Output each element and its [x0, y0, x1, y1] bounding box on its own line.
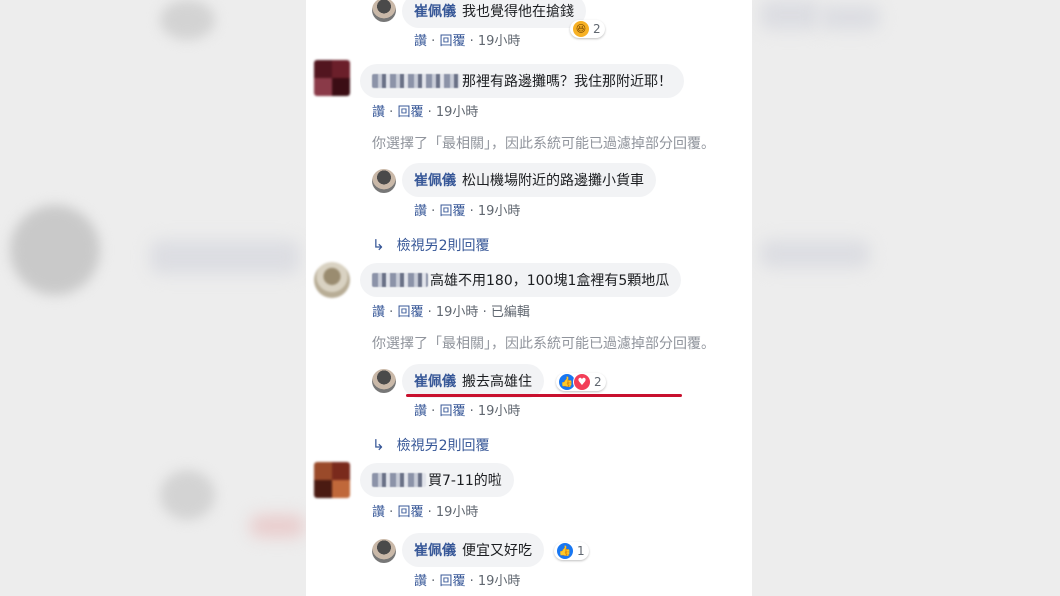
like-link[interactable]: 讚 [414, 204, 427, 219]
timestamp[interactable]: 19小時 [436, 105, 479, 120]
background-blur [160, 470, 215, 520]
comment-text: 搬去高雄住 [462, 374, 532, 390]
avatar[interactable] [372, 0, 396, 22]
comment-actions: 讚 · 回覆 · 19小時 · 已編輯 [372, 305, 530, 320]
timestamp[interactable]: 19小時 [478, 34, 521, 49]
timestamp[interactable]: 19小時 [478, 574, 521, 589]
reply-link[interactable]: 回覆 [397, 305, 423, 320]
comment-actions: 讚 · 回覆 · 19小時 [372, 505, 479, 520]
filter-notice: 你選擇了「最相關」，因此系統可能已過濾掉部分回覆。 [372, 136, 715, 152]
timestamp[interactable]: 19小時 [478, 404, 521, 419]
comment-actions: 讚 · 回覆 · 19小時 [414, 34, 521, 49]
view-more-replies[interactable]: ↳ 檢視另2則回覆 [372, 235, 490, 255]
comment-bubble: 那裡有路邊攤嗎？我住那附近耶！ [360, 64, 684, 98]
love-icon: ♥ [573, 373, 591, 391]
comment-author[interactable]: 崔佩儀 [414, 1, 456, 21]
like-link[interactable]: 讚 [372, 505, 385, 520]
comment-bubble: 崔佩儀 松山機場附近的路邊攤小貨車 [402, 163, 656, 197]
reply-link[interactable]: 回覆 [397, 105, 423, 120]
like-icon: 👍 [556, 542, 574, 560]
background-blur [250, 515, 305, 537]
background-blur [820, 5, 880, 30]
reaction-count: 1 [577, 544, 585, 558]
view-more-label: 檢視另2則回覆 [396, 438, 490, 454]
background-blur [160, 0, 215, 40]
comment-author[interactable]: 崔佩儀 [414, 371, 456, 391]
view-more-label: 檢視另2則回覆 [396, 238, 490, 254]
comment-bubble: 高雄不用180，100塊1盒裡有5顆地瓜 [360, 263, 682, 297]
like-link[interactable]: 讚 [414, 574, 427, 589]
reply-link[interactable]: 回覆 [439, 34, 465, 49]
comment-actions: 讚 · 回覆 · 19小時 [372, 105, 479, 120]
comment-text: 我也覺得他在搶錢 [462, 4, 574, 20]
like-link[interactable]: 讚 [372, 305, 385, 320]
reply-link[interactable]: 回覆 [439, 404, 465, 419]
comment-text: 便宜又好吃 [462, 543, 532, 559]
reply-link[interactable]: 回覆 [397, 505, 423, 520]
timestamp[interactable]: 19小時 [478, 204, 521, 219]
comment-panel: 崔佩儀 我也覺得他在搶錢 😆 2 讚 · 回覆 · 19小時 那裡有路邊攤嗎？我… [306, 0, 752, 596]
comment-actions: 讚 · 回覆 · 19小時 [414, 404, 521, 419]
avatar[interactable] [372, 539, 396, 563]
comment-text: 高雄不用180，100塊1盒裡有5顆地瓜 [430, 273, 670, 289]
reply-arrow-icon: ↳ [372, 436, 385, 454]
reaction-summary[interactable]: 👍 ♥ 2 [556, 373, 606, 391]
comment-text: 買7-11的啦 [428, 473, 502, 489]
haha-icon: 😆 [572, 20, 590, 38]
comment-bubble: 崔佩儀 搬去高雄住 [402, 364, 544, 398]
comment-text: 松山機場附近的路邊攤小貨車 [462, 173, 644, 189]
blurred-author[interactable] [372, 273, 428, 287]
highlight-underline [406, 394, 682, 397]
comment-author[interactable]: 崔佩儀 [414, 170, 456, 190]
background-blur [10, 205, 100, 295]
avatar[interactable] [314, 262, 350, 298]
comment-bubble: 買7-11的啦 [360, 463, 514, 497]
background-blur [760, 0, 820, 30]
comment-actions: 讚 · 回覆 · 19小時 [414, 574, 521, 589]
filter-notice: 你選擇了「最相關」，因此系統可能已過濾掉部分回覆。 [372, 336, 715, 352]
view-more-replies[interactable]: ↳ 檢視另2則回覆 [372, 435, 490, 455]
comment-bubble: 崔佩儀 我也覺得他在搶錢 [402, 0, 586, 28]
reaction-count: 2 [594, 375, 602, 389]
comment-text: 那裡有路邊攤嗎？我住那附近耶！ [462, 74, 672, 90]
like-link[interactable]: 讚 [414, 34, 427, 49]
avatar[interactable] [314, 60, 350, 96]
reaction-count: 2 [593, 22, 601, 36]
comment-actions: 讚 · 回覆 · 19小時 [414, 204, 521, 219]
reaction-summary[interactable]: 😆 2 [570, 20, 605, 38]
timestamp[interactable]: 19小時 [436, 305, 479, 320]
reply-link[interactable]: 回覆 [439, 204, 465, 219]
like-link[interactable]: 讚 [414, 404, 427, 419]
comment-author[interactable]: 崔佩儀 [414, 540, 456, 560]
reaction-summary[interactable]: 👍 1 [554, 542, 589, 560]
edited-label[interactable]: 已編輯 [491, 305, 530, 320]
reply-arrow-icon: ↳ [372, 236, 385, 254]
avatar[interactable] [314, 462, 350, 498]
blurred-author[interactable] [372, 74, 460, 88]
reply-link[interactable]: 回覆 [439, 574, 465, 589]
background-blur [760, 240, 870, 268]
timestamp[interactable]: 19小時 [436, 505, 479, 520]
like-link[interactable]: 讚 [372, 105, 385, 120]
avatar[interactable] [372, 369, 396, 393]
blurred-author[interactable] [372, 473, 426, 487]
background-blur [150, 240, 300, 274]
avatar[interactable] [372, 169, 396, 193]
comment-bubble: 崔佩儀 便宜又好吃 [402, 533, 544, 567]
